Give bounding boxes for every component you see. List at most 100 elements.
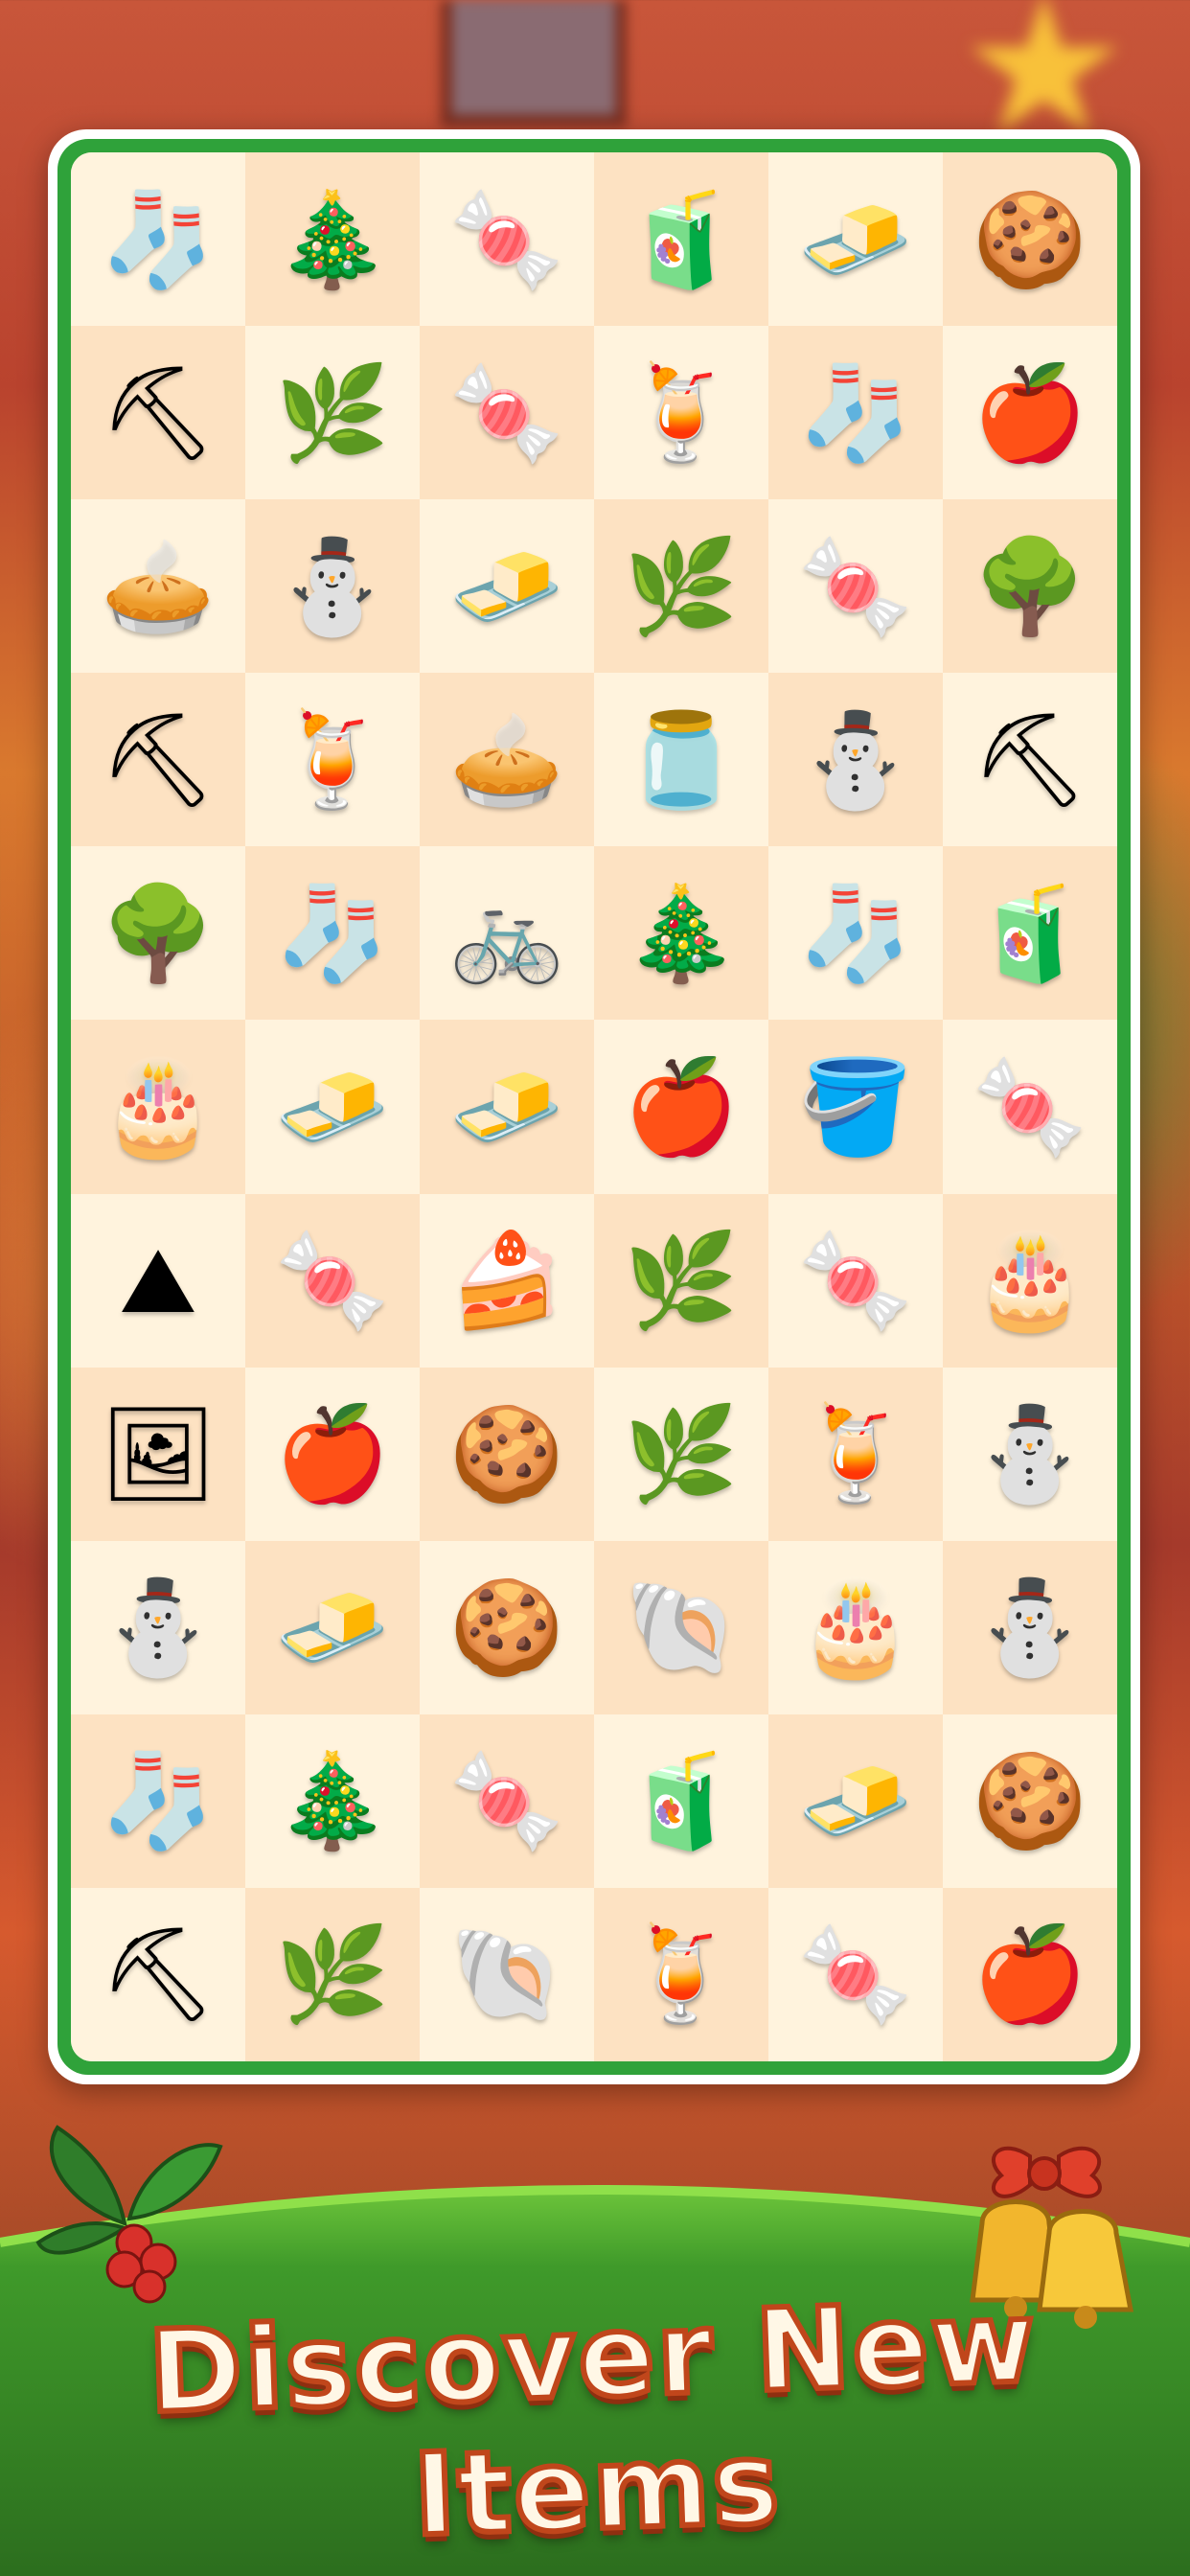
- board-tile[interactable]: 🌿: [594, 499, 768, 674]
- sand-pile-icon: ⛰: [119, 1227, 197, 1335]
- banner-title: Discover New Items: [144, 2272, 1042, 2564]
- board-tile[interactable]: 🪣: [768, 1020, 943, 1194]
- board-tile[interactable]: 🍬: [768, 1887, 943, 2061]
- board-tile[interactable]: 🧈: [768, 1714, 943, 1888]
- board-tile[interactable]: 🎂: [71, 1020, 245, 1194]
- board-tile[interactable]: 🎄: [245, 152, 420, 327]
- item-grid: 🧦 🎄 🍬 🧃 🧈 🍪 ⛏ 🌿 🍬 🍹 🧦 🍎 🥧 ⛄ 🧈 🌿 🍬 🌳 ⛏ 🍹 🥧 🫙 ⛄ ⛏ 🌳 🧦 🚲 🎄 🧦 🧃 🎂 🧈 🧈 🍎 🪣 🍬 ⛰ 🍬 🍰 🌿…: [71, 152, 1117, 2061]
- apple-icon: 🍎: [624, 1052, 739, 1161]
- board-tile[interactable]: 🫙: [594, 673, 768, 847]
- cake-icon: 🍰: [449, 1227, 564, 1335]
- board-tile[interactable]: 🎂: [943, 1193, 1117, 1368]
- holly-icon: [35, 2125, 223, 2304]
- juice-carton-icon: 🧈: [449, 1052, 564, 1161]
- board-tile[interactable]: 🌿: [594, 1367, 768, 1541]
- board-tile[interactable]: 🍬: [420, 1714, 594, 1888]
- board-tile[interactable]: 🎄: [594, 846, 768, 1021]
- board-tile[interactable]: 🍪: [943, 1714, 1117, 1888]
- seashell-icon: 🐚: [624, 1574, 739, 1682]
- board-tile[interactable]: 🎂: [768, 1540, 943, 1714]
- trowel-icon: ⛏: [100, 1920, 217, 2029]
- board-tile[interactable]: 🐚: [594, 1540, 768, 1714]
- juice-bottle-icon: 🧃: [624, 185, 739, 293]
- board-tile[interactable]: 🌿: [245, 1887, 420, 2061]
- board-tile[interactable]: 🍬: [768, 1193, 943, 1368]
- shovel-icon: ⛏: [972, 705, 1088, 814]
- board-tile[interactable]: ⛰: [71, 1193, 245, 1368]
- board-tile[interactable]: 🧈: [420, 1020, 594, 1194]
- board-tile[interactable]: 🍹: [245, 673, 420, 847]
- cake-icon: 🎂: [973, 1227, 1087, 1335]
- candy-cane-icon: 🍬: [449, 1747, 564, 1855]
- board-tile[interactable]: 🍰: [420, 1193, 594, 1368]
- board-tile[interactable]: 🍬: [420, 152, 594, 327]
- snowman-icon: ⛄: [101, 1574, 216, 1682]
- board-tile[interactable]: 🌿: [245, 326, 420, 500]
- board-tile[interactable]: ⛄: [245, 499, 420, 674]
- juice-bottle-icon: 🧃: [624, 1747, 739, 1855]
- seashell-icon: 🐚: [449, 1920, 564, 2029]
- candy-cane-icon: 🍬: [798, 1920, 913, 2029]
- apple-tree-icon: 🌳: [973, 532, 1087, 640]
- candy-cane-icon: 🍬: [449, 185, 564, 293]
- board-tile[interactable]: 🧦: [245, 846, 420, 1021]
- board-tile[interactable]: 🧃: [594, 152, 768, 327]
- board-tile[interactable]: 🍹: [594, 326, 768, 500]
- board-tile[interactable]: 🍬: [245, 1193, 420, 1368]
- board-tile[interactable]: 🍬: [420, 326, 594, 500]
- board-tile[interactable]: 🚲: [420, 846, 594, 1021]
- iced-tea-jar-icon: 🍹: [275, 705, 390, 814]
- board-tile[interactable]: 🌳: [943, 499, 1117, 674]
- board-tile[interactable]: 🍎: [245, 1367, 420, 1541]
- snowman-icon: ⛄: [275, 532, 390, 640]
- board-tile[interactable]: 🍹: [768, 1367, 943, 1541]
- board-tile[interactable]: ⛄: [943, 1367, 1117, 1541]
- board-tile[interactable]: 🧦: [71, 1714, 245, 1888]
- board-tile[interactable]: ⛄: [768, 673, 943, 847]
- stocking-icon: 🧦: [798, 358, 913, 467]
- board-tile[interactable]: 🍎: [943, 1887, 1117, 2061]
- board-tile[interactable]: 🍬: [943, 1020, 1117, 1194]
- board-tile[interactable]: 🧃: [943, 846, 1117, 1021]
- board-tile[interactable]: 🧈: [420, 499, 594, 674]
- board-tile[interactable]: 🍪: [420, 1367, 594, 1541]
- board-tile[interactable]: 🖼: [71, 1367, 245, 1541]
- board-tile[interactable]: 🍪: [943, 152, 1117, 327]
- board-tile[interactable]: 🍎: [594, 1020, 768, 1194]
- board-tile[interactable]: ⛄: [943, 1540, 1117, 1714]
- board-tile[interactable]: 🌳: [71, 846, 245, 1021]
- board-tile[interactable]: 🧦: [71, 152, 245, 327]
- christmas-tree-icon: 🎄: [275, 1747, 390, 1855]
- board-tile[interactable]: 🐚: [420, 1887, 594, 2061]
- board-tile[interactable]: 🍬: [768, 499, 943, 674]
- board-tile[interactable]: 🍎: [943, 326, 1117, 500]
- board-tile[interactable]: 🍹: [594, 1887, 768, 2061]
- board-tile[interactable]: 🧈: [245, 1540, 420, 1714]
- iced-tea-jar-icon: 🍹: [624, 358, 739, 467]
- board-tile[interactable]: ⛄: [71, 1540, 245, 1714]
- holly-icon: 🌿: [624, 1227, 739, 1335]
- board-tile[interactable]: ⛏: [71, 1887, 245, 2061]
- juice-carton-icon: 🧈: [275, 1052, 390, 1161]
- board-tile[interactable]: ⛏: [71, 673, 245, 847]
- board-tile[interactable]: 🥧: [420, 673, 594, 847]
- gingerbread-man-icon: 🍪: [449, 1400, 564, 1508]
- jam-jar-icon: 🫙: [624, 705, 739, 814]
- stocking-icon: 🧦: [275, 879, 390, 987]
- item-board: 🧦 🎄 🍬 🧃 🧈 🍪 ⛏ 🌿 🍬 🍹 🧦 🍎 🥧 ⛄ 🧈 🌿 🍬 🌳 ⛏ 🍹 🥧 🫙 ⛄ ⛏ 🌳 🧦 🚲 🎄 🧦 🧃 🎂 🧈 🧈 🍎 🪣 🍬 ⛰ 🍬 🍰 🌿…: [48, 129, 1140, 2084]
- board-tile[interactable]: ⛏: [71, 326, 245, 500]
- cake-icon: 🎂: [101, 1052, 216, 1161]
- board-tile[interactable]: 🍪: [420, 1540, 594, 1714]
- board-tile[interactable]: 🧦: [768, 846, 943, 1021]
- board-tile[interactable]: 🌿: [594, 1193, 768, 1368]
- board-tile[interactable]: 🥧: [71, 499, 245, 674]
- board-tile[interactable]: ⛏: [943, 673, 1117, 847]
- stocking-icon: 🧦: [101, 1747, 216, 1855]
- juice-carton-icon: 🧈: [798, 1747, 913, 1855]
- board-tile[interactable]: 🎄: [245, 1714, 420, 1888]
- board-tile[interactable]: 🧈: [768, 152, 943, 327]
- board-tile[interactable]: 🧃: [594, 1714, 768, 1888]
- board-tile[interactable]: 🧦: [768, 326, 943, 500]
- board-tile[interactable]: 🧈: [245, 1020, 420, 1194]
- stocking-icon: 🧦: [101, 185, 216, 293]
